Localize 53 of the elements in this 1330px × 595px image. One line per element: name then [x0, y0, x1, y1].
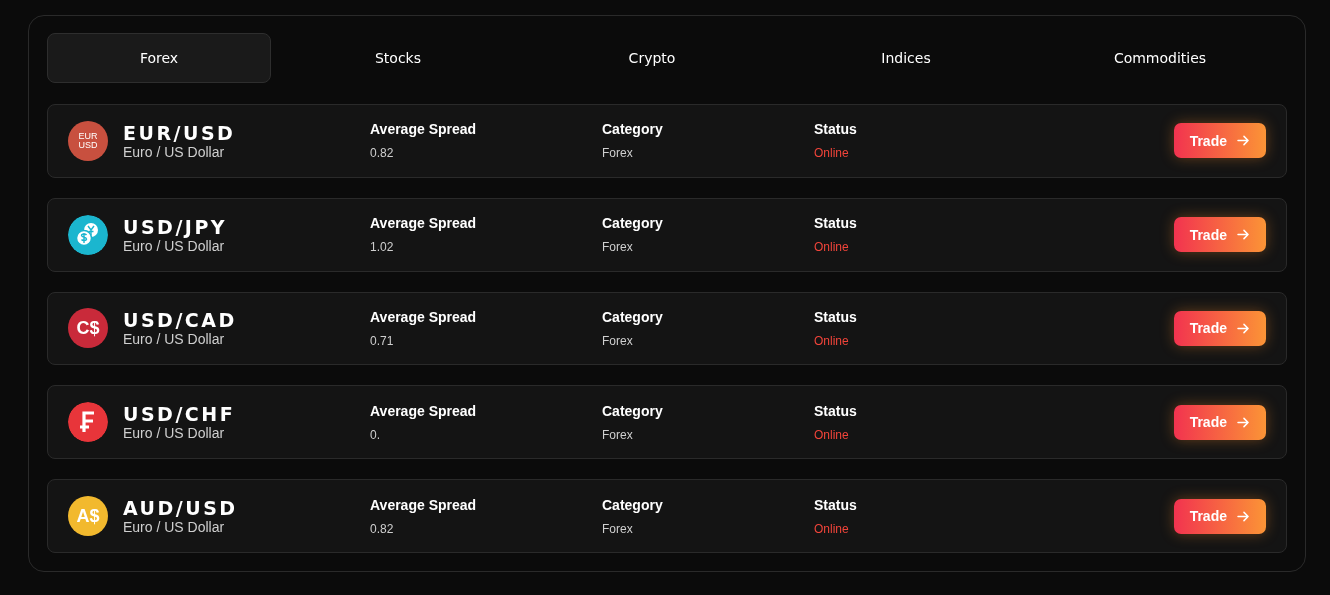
- pair-symbol: USD/JPY: [123, 215, 228, 238]
- status-value: Online: [814, 333, 850, 348]
- market-tab[interactable]: Commodities: [1033, 33, 1287, 83]
- pair-symbol: EUR/USD: [123, 121, 236, 144]
- currency-icon: EUR USD: [68, 120, 108, 161]
- market-tab[interactable]: Stocks: [271, 33, 525, 83]
- status-value: Online: [814, 427, 850, 442]
- category-value: Forex: [602, 521, 634, 536]
- market-tab[interactable]: Forex: [47, 33, 271, 83]
- pair-name: Euro / US Dollar: [123, 425, 226, 442]
- pair-symbol: USD/CAD: [123, 309, 237, 332]
- arrow-right-icon: [1237, 416, 1250, 428]
- status-value: Online: [814, 240, 850, 255]
- spread-value: 0.82: [370, 521, 395, 536]
- category-value: Forex: [602, 427, 634, 442]
- pair-name: Euro / US Dollar: [123, 331, 226, 348]
- market-tab[interactable]: Crypto: [525, 33, 779, 83]
- status-label: Status: [814, 402, 858, 419]
- pair-symbol: USD/CHF: [123, 403, 236, 426]
- category-label: Category: [602, 215, 664, 232]
- pair-name: Euro / US Dollar: [123, 519, 226, 536]
- status-value: Online: [814, 146, 850, 161]
- arrow-right-icon: [1237, 229, 1250, 241]
- pair-name: Euro / US Dollar: [123, 143, 226, 160]
- currency-icon: C$: [68, 308, 108, 349]
- pair-name: Euro / US Dollar: [123, 237, 226, 254]
- spread-value: 0.71: [370, 333, 395, 348]
- pair-symbol: AUD/USD: [123, 497, 238, 520]
- status-label: Status: [814, 308, 858, 325]
- status-label: Status: [814, 496, 858, 513]
- category-label: Category: [602, 121, 664, 138]
- category-value: Forex: [602, 146, 634, 161]
- spread-value: 0.: [370, 427, 381, 442]
- status-label: Status: [814, 215, 858, 232]
- spread-value: 1.02: [370, 240, 395, 255]
- status-label: Status: [814, 121, 858, 138]
- arrow-right-icon: [1237, 322, 1250, 334]
- category-label: Category: [602, 402, 664, 419]
- category-value: Forex: [602, 240, 634, 255]
- arrow-right-icon: [1237, 135, 1250, 147]
- spread-label: Average Spread: [370, 308, 478, 325]
- currency-icon: A$: [68, 496, 108, 537]
- category-value: Forex: [602, 333, 634, 348]
- spread-label: Average Spread: [370, 402, 478, 419]
- spread-label: Average Spread: [370, 215, 478, 232]
- spread-value: 0.82: [370, 146, 395, 161]
- arrow-right-icon: [1237, 510, 1250, 522]
- spread-label: Average Spread: [370, 121, 478, 138]
- category-label: Category: [602, 496, 664, 513]
- spread-label: Average Spread: [370, 496, 478, 513]
- market-tab[interactable]: Indices: [779, 33, 1033, 83]
- category-label: Category: [602, 308, 664, 325]
- status-value: Online: [814, 521, 850, 536]
